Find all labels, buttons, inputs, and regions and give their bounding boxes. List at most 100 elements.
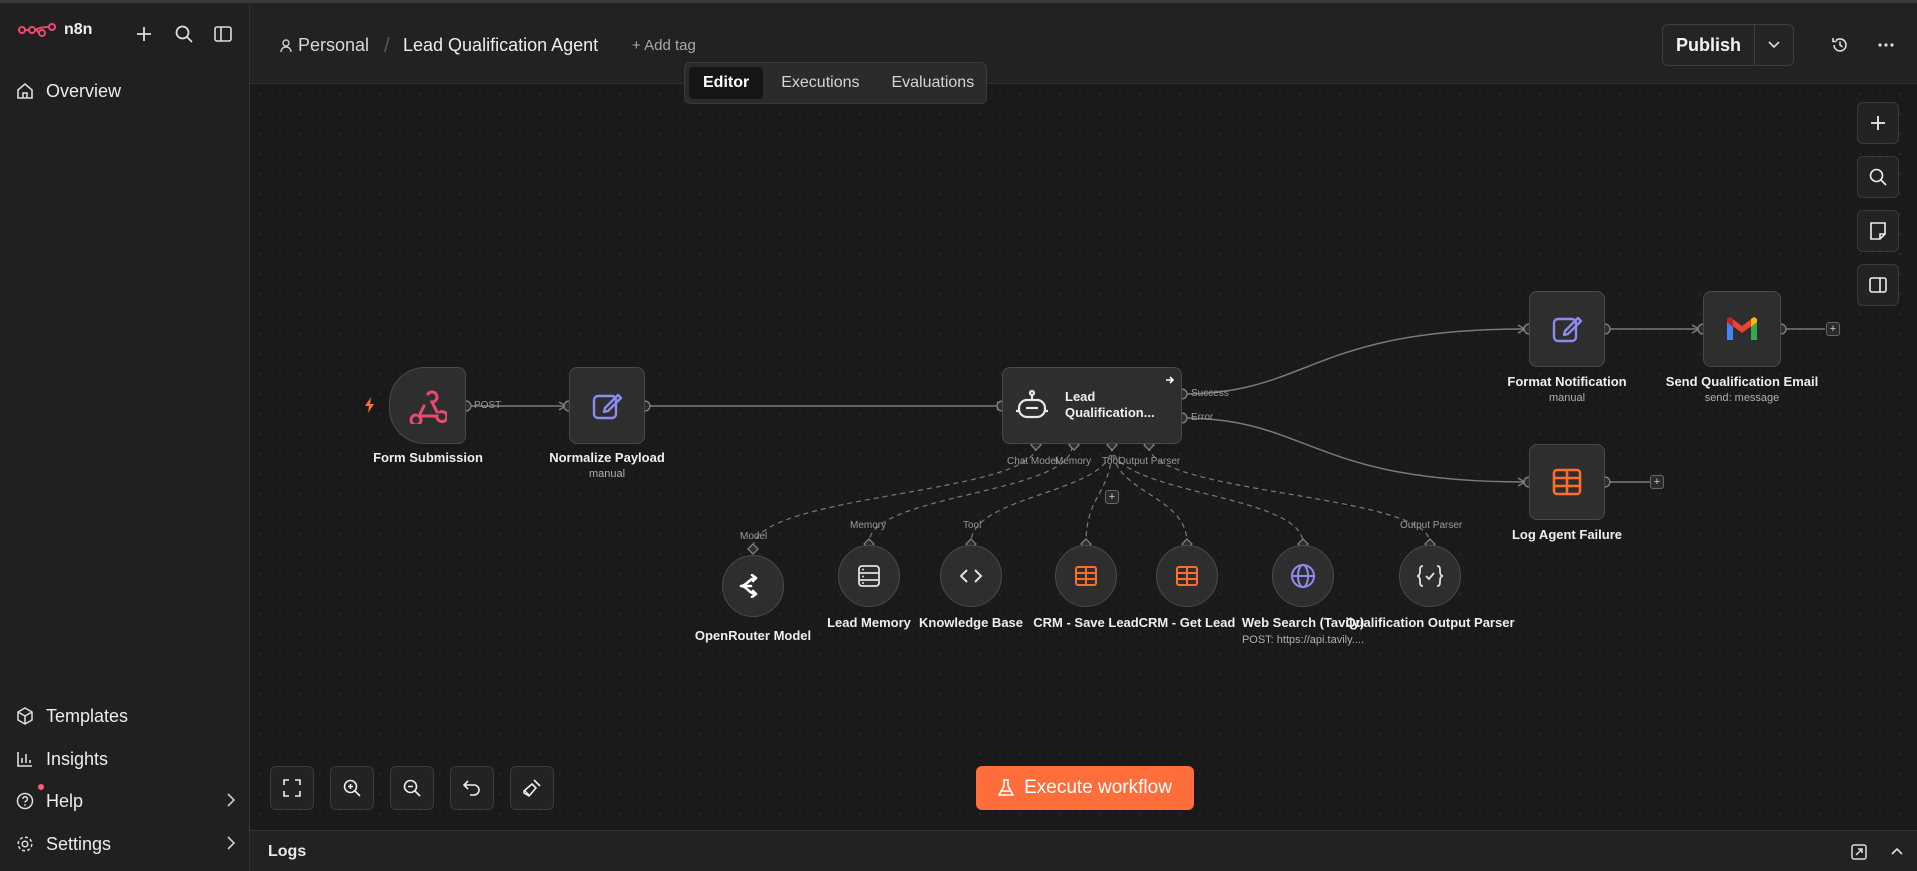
sub-node-connections [752,445,1431,549]
zoom-out-button[interactable] [390,766,434,810]
zoom-in-button[interactable] [330,766,374,810]
node-openrouter-model[interactable] [722,555,784,617]
node-normalize-payload[interactable] [569,367,645,444]
zoom-to-fit-button[interactable] [270,766,314,810]
add-sticky-note-button[interactable] [1857,210,1899,252]
n8n-logo[interactable]: n8n [18,21,92,39]
templates-box-icon [17,707,33,725]
plus-icon [137,27,151,41]
fit-view-icon [283,779,301,797]
tab-executions[interactable]: Executions [767,67,873,99]
gmail-icon [1727,317,1757,340]
node-web-search-tavily[interactable] [1272,545,1334,607]
undo-icon [463,780,480,796]
node-form-submission[interactable] [389,367,466,444]
logs-panel[interactable]: Logs [250,830,1917,871]
publish-button[interactable]: Publish [1663,25,1755,65]
search-button[interactable] [171,21,197,47]
node-lead-memory[interactable] [838,545,900,607]
user-icon [280,38,292,52]
node-label: Qualification Output Parser [1345,615,1515,630]
toggle-sidebar-button[interactable] [210,21,236,47]
more-options-button[interactable] [1874,33,1898,57]
add-node-after-log-button[interactable]: + [1650,475,1664,489]
node-label: Form Submission [373,450,483,465]
new-button[interactable] [131,21,157,47]
openrouter-icon [739,574,758,598]
chevron-down-icon [1768,41,1780,49]
view-tabs: Editor Executions Evaluations [684,62,987,104]
add-tool-button[interactable]: + [1105,490,1119,504]
lightning-icon [365,397,374,413]
webhook-icon [409,390,447,424]
search-icon [175,25,193,43]
arrow-right-icon [1166,376,1175,384]
publish-group: Publish [1662,24,1794,66]
add-tag-button[interactable]: + Add tag [632,37,696,54]
sidebar-item-label: Help [46,790,84,811]
execute-workflow-button[interactable]: Execute workflow [976,766,1194,810]
database-icon [858,565,880,587]
publish-dropdown-button[interactable] [1755,25,1793,65]
search-nodes-button[interactable] [1857,156,1899,198]
workflow-header: Personal / Lead Qualification Agent + Ad… [250,0,1917,84]
port-label-output-parser-sub: Output Parser [1400,520,1463,531]
breadcrumb-separator: / [384,35,390,57]
sidebar-item-settings[interactable]: Settings [16,829,236,859]
undo-button[interactable] [450,766,494,810]
tab-evaluations[interactable]: Evaluations [877,67,988,99]
notification-dot [38,784,44,790]
tab-editor[interactable]: Editor [689,67,764,99]
sidebar-item-help[interactable]: Help [16,784,236,816]
search-icon [1869,168,1887,186]
home-icon [17,82,33,99]
breadcrumb-project[interactable]: Personal [280,35,369,56]
node-label: Normalize Payload [549,450,665,465]
port-label-post: POST [474,400,502,411]
bar-chart-icon [17,752,32,767]
flask-icon [998,779,1014,796]
node-subtitle: manual [1548,392,1586,404]
node-knowledge-base[interactable] [940,545,1002,607]
sidebar-panel-icon [214,26,232,42]
node-label: Format Notification [1507,374,1627,389]
history-button[interactable] [1828,33,1852,57]
workflow-canvas[interactable]: POST Form Submission Normalize Payload m… [250,84,1917,830]
node-subtitle: manual [588,468,626,480]
node-log-agent-failure[interactable] [1529,444,1605,520]
node-crm-get-lead[interactable] [1156,545,1218,607]
add-node-button[interactable] [1857,102,1899,144]
add-node-after-email-button[interactable]: + [1826,322,1840,336]
node-lead-qualification-agent[interactable]: Lead Qualification... [1002,367,1182,444]
robot-icon [1016,389,1048,418]
edit-pencil-icon [1552,316,1583,343]
sidebar-item-insights[interactable]: Insights [16,744,236,774]
node-send-qualification-email[interactable] [1703,291,1781,367]
sidebar-item-label: Insights [46,748,109,769]
sidebar-item-label: Overview [46,80,122,101]
canvas-right-toolbar [1857,102,1899,306]
json-braces-icon [1416,565,1444,587]
node-label: Log Agent Failure [1511,527,1623,542]
toggle-panel-button[interactable] [1857,264,1899,306]
connection-agent-error [1181,417,1526,483]
ellipsis-icon [1878,43,1894,47]
node-label: Send Qualification Email [1665,374,1819,389]
tidy-up-button[interactable] [510,766,554,810]
canvas-bottom-toolbar [270,766,554,810]
pop-out-icon[interactable] [1851,844,1867,860]
table-icon [1552,468,1582,496]
chevron-up-icon[interactable] [1891,847,1903,855]
project-name: Personal [298,35,370,55]
sidebar-item-overview[interactable]: Overview [16,76,236,106]
plus-icon [1871,116,1885,130]
connection-agent-success [1181,328,1526,395]
node-format-notification[interactable] [1529,291,1605,367]
port-label-output-parser: Output Parser [1118,456,1181,467]
execute-workflow-label: Execute workflow [1024,777,1172,798]
node-qualification-output-parser[interactable] [1399,545,1461,607]
sidebar-item-templates[interactable]: Templates [16,701,236,731]
edit-pencil-icon [592,393,623,419]
workflow-title[interactable]: Lead Qualification Agent [403,35,598,56]
node-crm-save-lead[interactable] [1055,545,1117,607]
